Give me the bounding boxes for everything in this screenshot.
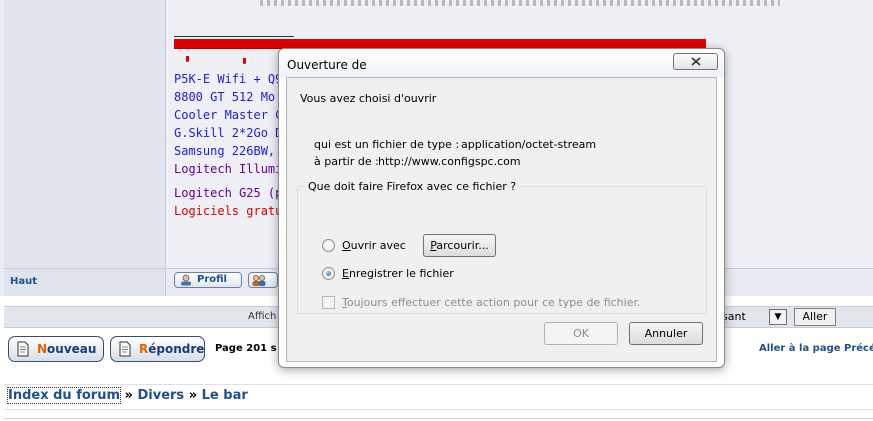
breadcrumb-divers-link[interactable]: Divers — [137, 388, 184, 403]
open-with-radio[interactable] — [322, 239, 335, 252]
always-do-text: oujours effectuer cette action pour ce t… — [346, 296, 641, 309]
users-button[interactable] — [248, 272, 278, 288]
new-topic-accent: N — [37, 342, 48, 356]
new-document-icon — [17, 341, 29, 357]
breadcrumb-separator: » — [124, 388, 133, 403]
file-type-label: qui est un fichier de type : — [314, 138, 460, 151]
always-do-checkbox[interactable] — [322, 296, 335, 309]
author-column — [4, 0, 166, 296]
always-do-label[interactable]: Toujours effectuer cette action pour ce … — [342, 296, 640, 309]
source-value: http://www.configspc.com — [378, 155, 521, 168]
dialog-title: Ouverture de — [287, 58, 367, 72]
breadcrumb-separator: » — [188, 388, 198, 403]
profile-button[interactable]: Profil — [174, 272, 242, 288]
signature-line[interactable]: P5K-E Wifi + Q965 — [174, 70, 294, 88]
signature-separator — [174, 36, 294, 37]
page-info: Page 201 s — [215, 343, 277, 354]
download-dialog: Ouverture de Vous avez choisi d'ouvrir q… — [278, 48, 725, 368]
save-file-accel: E — [342, 267, 349, 280]
post-text-fragment — [260, 0, 780, 6]
chevron-down-icon[interactable]: ▼ — [769, 309, 787, 325]
new-topic-label: ouveau — [47, 342, 97, 356]
banner-drip — [186, 56, 189, 62]
browse-text: arcourir... — [436, 239, 489, 252]
dialog-close-button[interactable] — [673, 53, 718, 70]
reply-accent: R — [139, 342, 149, 356]
save-file-text: nregistrer le fichier — [348, 267, 454, 280]
open-with-text: uvrir avec — [350, 239, 406, 252]
signature-line[interactable]: Logitech G25 (pou — [174, 184, 294, 202]
new-topic-button[interactable]: Nouveau — [8, 336, 104, 362]
radio-selected-dot — [326, 271, 331, 276]
reply-button[interactable]: Répondre — [110, 336, 205, 362]
close-icon — [691, 57, 701, 66]
source-label: à partir de : — [314, 155, 379, 168]
dialog-content: Vous avez choisi d'ouvrir qui est un fic… — [286, 77, 717, 362]
signature-free-software-link[interactable]: Logiciels gratuits — [174, 202, 294, 220]
browse-button[interactable]: Parcourir... — [423, 234, 496, 257]
breadcrumb: Index du forum » Divers » Le bar — [6, 387, 248, 404]
signature-line[interactable]: Logitech Illuminat — [174, 160, 294, 178]
dialog-titlebar[interactable]: Ouverture de — [279, 49, 724, 77]
signature-text: P5K-E Wifi + Q965 8800 GT 512 Mo ( Coole… — [174, 70, 294, 220]
bottom-divider — [4, 418, 873, 419]
file-type-value: application/octet-stream — [461, 138, 597, 151]
reply-document-icon — [119, 341, 131, 357]
go-button[interactable]: Aller — [794, 308, 836, 326]
reply-label: épondre — [148, 342, 205, 356]
goto-page-link[interactable]: Aller à la page Précé — [759, 343, 873, 354]
signature-line[interactable]: Samsung 226BW, — [174, 142, 294, 160]
users-icon — [252, 275, 266, 286]
open-with-label[interactable]: Ouvrir avec — [342, 239, 406, 252]
save-file-radio[interactable] — [322, 267, 335, 280]
signature-line[interactable]: G.Skill 2*2Go DDR — [174, 124, 294, 142]
breadcrumb-index-link[interactable]: Index du forum — [6, 387, 122, 404]
action-group-title: Que doit faire Firefox avec ce fichier ? — [305, 180, 520, 193]
signature-line[interactable]: Cooler Master Cos — [174, 106, 294, 124]
banner-drip — [243, 58, 246, 64]
open-with-accel: O — [342, 239, 351, 252]
sort-order-select[interactable]: sant — [722, 310, 746, 323]
save-file-label[interactable]: Enregistrer le fichier — [342, 267, 454, 280]
profile-button-label: Profil — [197, 274, 227, 285]
display-options-label: Affich — [248, 311, 277, 322]
signature-line[interactable]: 8800 GT 512 Mo ( — [174, 88, 294, 106]
breadcrumb-current-link[interactable]: Le bar — [202, 388, 248, 403]
chosen-file-text: Vous avez choisi d'ouvrir — [300, 92, 437, 105]
ok-button[interactable]: OK — [544, 322, 618, 345]
profile-icon — [181, 274, 191, 286]
cancel-button[interactable]: Annuler — [629, 322, 703, 345]
back-to-top-link[interactable]: Haut — [10, 276, 37, 287]
